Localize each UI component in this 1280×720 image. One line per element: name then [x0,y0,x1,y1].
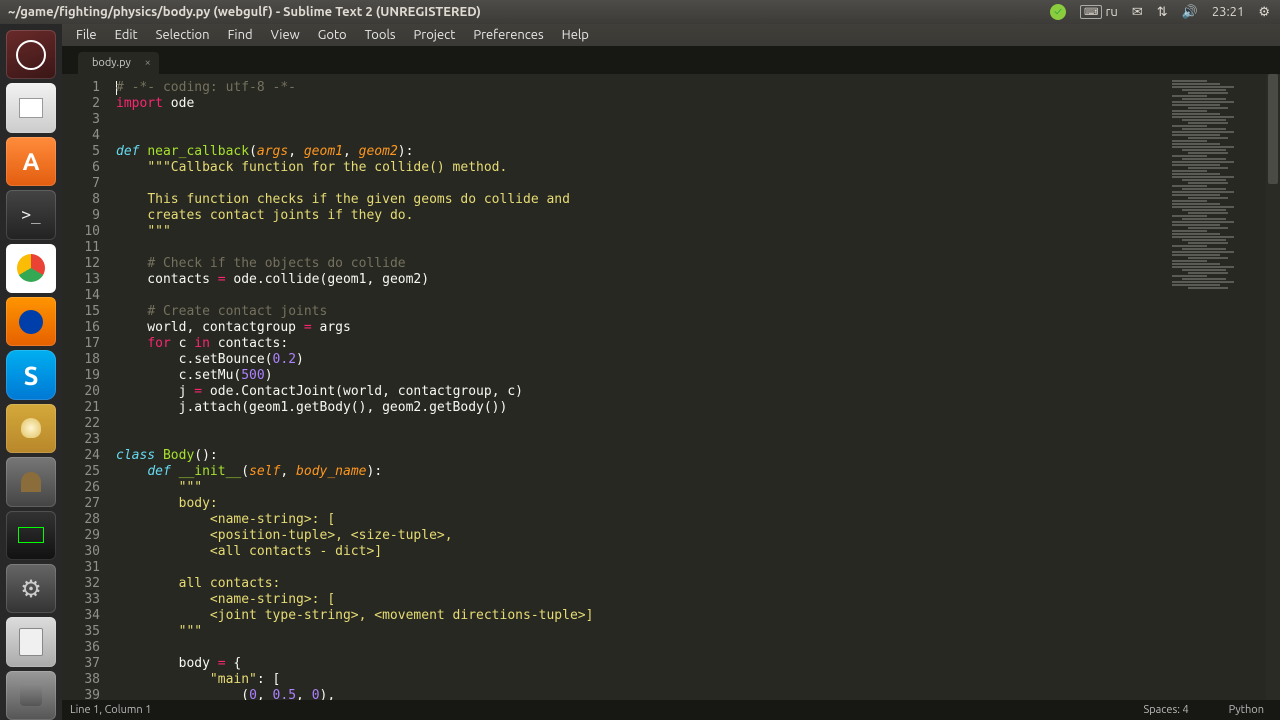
close-icon[interactable]: × [145,57,151,69]
volume-icon[interactable]: 🔊 [1182,5,1198,20]
menu-view[interactable]: View [263,26,308,44]
settings-icon[interactable] [6,564,56,613]
terminal-icon[interactable] [6,190,56,239]
system-tray: ✓ ⌨ ru ✉ ⇅ 🔊 23:21 ⚙ [1050,4,1280,20]
clock[interactable]: 23:21 [1212,5,1245,19]
editor-area: 1234567891011121314151617181920212223242… [62,74,1280,700]
scrollbar-thumb[interactable] [1268,74,1278,184]
software-center-icon[interactable] [6,137,56,186]
network-icon[interactable]: ⇅ [1157,5,1168,20]
menu-tools[interactable]: Tools [357,26,404,44]
calculator-icon[interactable] [6,617,56,666]
tab-body-py[interactable]: body.py × [78,52,159,74]
files-icon[interactable] [6,83,56,132]
unity-launcher [0,24,62,720]
menu-selection[interactable]: Selection [148,26,218,44]
menu-help[interactable]: Help [554,26,597,44]
menu-goto[interactable]: Goto [310,26,355,44]
line-number-gutter: 1234567891011121314151617181920212223242… [62,74,110,700]
chrome-icon[interactable] [6,244,56,293]
menubar: File Edit Selection Find View Goto Tools… [62,24,1280,46]
status-ok-icon[interactable]: ✓ [1050,4,1066,20]
code-content[interactable]: # -*- coding: utf-8 -*-import odedef nea… [110,74,1166,700]
menu-preferences[interactable]: Preferences [465,26,551,44]
status-spaces[interactable]: Spaces: 4 [1143,704,1188,716]
keyboard-layout-indicator[interactable]: ⌨ ru [1080,5,1118,19]
mail-icon[interactable]: ✉ [1132,5,1143,20]
status-position[interactable]: Line 1, Column 1 [70,704,1143,716]
power-icon[interactable]: ⚙ [1258,5,1270,20]
editor-window: File Edit Selection Find View Goto Tools… [62,24,1280,720]
skype-icon[interactable] [6,350,56,399]
trash-icon[interactable] [6,671,56,720]
minimap[interactable] [1166,74,1266,700]
top-panel: ~/game/fighting/physics/body.py (webgulf… [0,0,1280,24]
system-monitor-icon[interactable] [6,511,56,560]
menu-edit[interactable]: Edit [107,26,146,44]
window-title: ~/game/fighting/physics/body.py (webgulf… [0,5,1050,19]
menu-project[interactable]: Project [406,26,464,44]
status-syntax[interactable]: Python [1229,704,1264,716]
dash-icon[interactable] [6,30,56,79]
vertical-scrollbar[interactable] [1266,74,1280,700]
firefox-icon[interactable] [6,297,56,346]
menu-file[interactable]: File [68,26,105,44]
tab-bar: body.py × [62,46,1280,74]
lamp-app-icon[interactable] [6,404,56,453]
tab-label: body.py [92,57,131,69]
gimp-icon[interactable] [6,457,56,506]
menu-find[interactable]: Find [220,26,261,44]
status-bar: Line 1, Column 1 Spaces: 4 Python [62,700,1280,720]
